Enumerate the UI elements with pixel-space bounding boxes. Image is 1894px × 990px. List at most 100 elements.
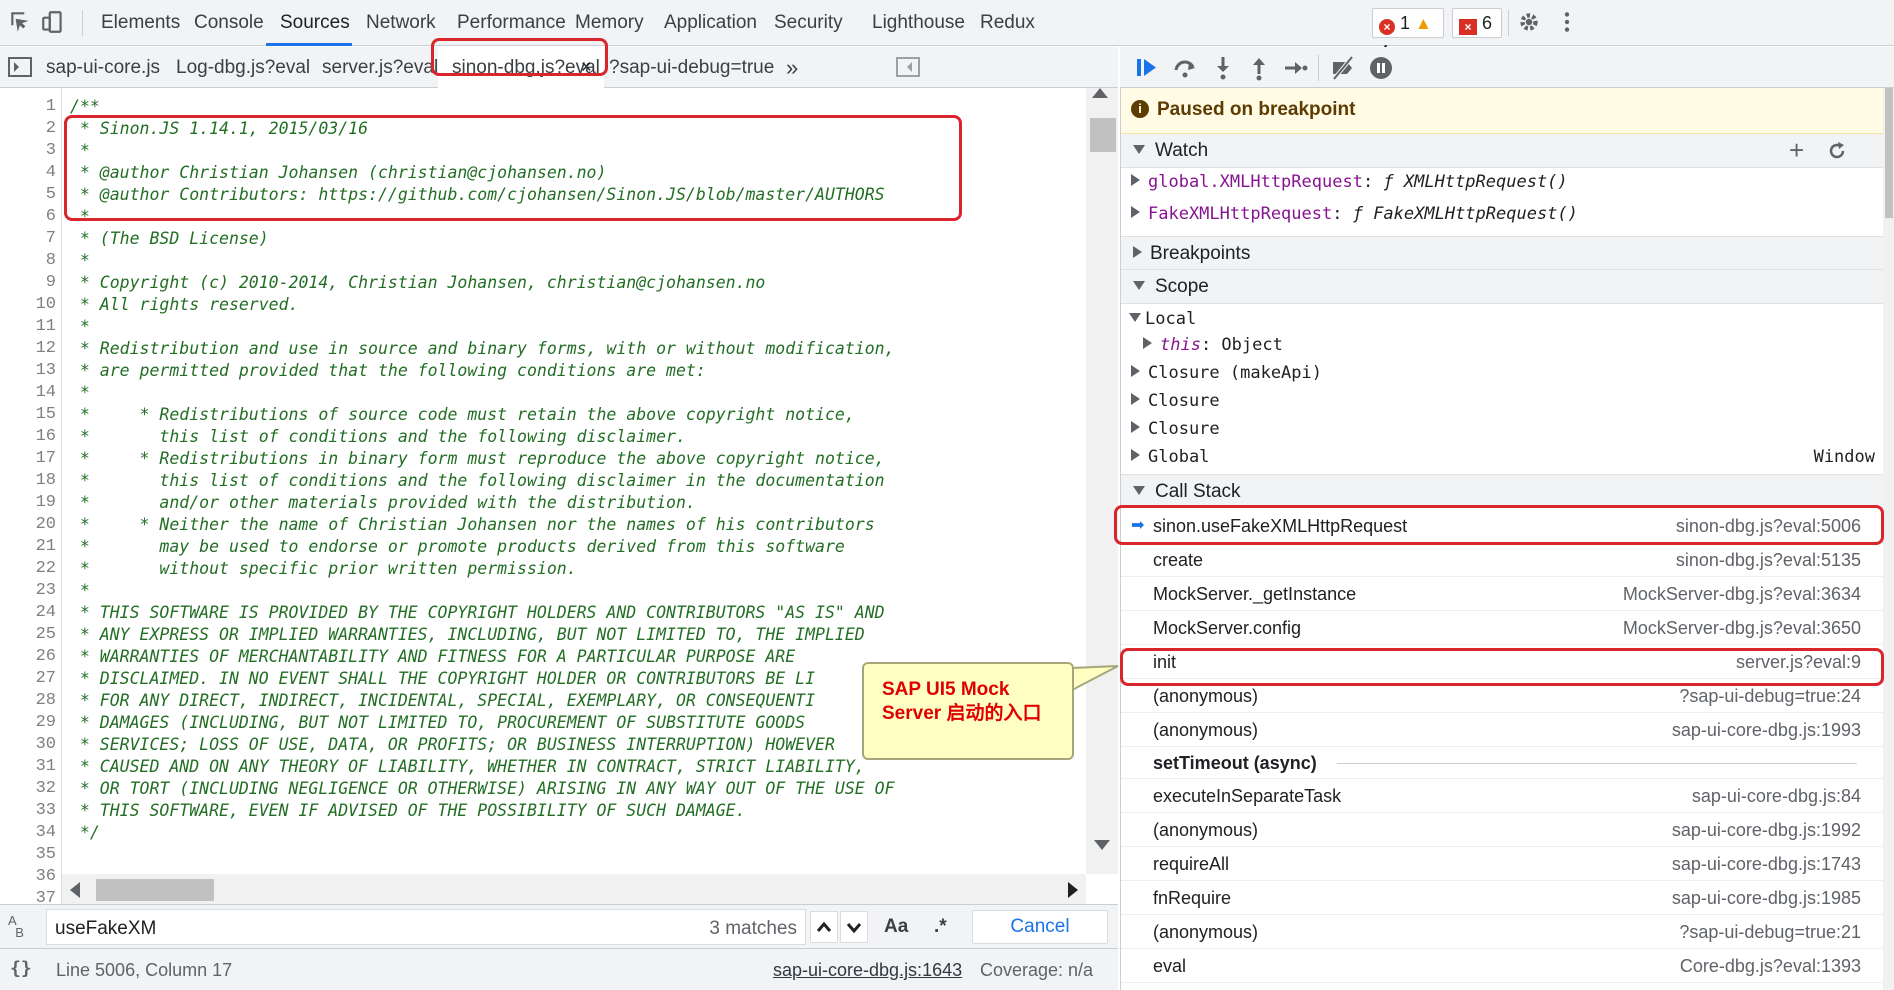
code-line[interactable]: * All rights reserved. [70,294,299,316]
code-line[interactable]: */ [70,822,100,844]
regex-button[interactable]: .* [934,916,947,938]
line-number[interactable]: 30 [0,734,56,756]
file-tab-sap-ui-debug[interactable]: ?sap-ui-debug=true [609,47,774,88]
scroll-right-arrow-icon[interactable] [1068,882,1078,898]
line-number[interactable]: 3 [0,140,56,162]
horizontal-scrollbar[interactable] [62,874,1086,904]
line-number[interactable]: 10 [0,294,56,316]
code-line[interactable]: * Redistribution and use in source and b… [70,338,895,360]
line-number[interactable]: 27 [0,668,56,690]
more-tabs-chevron-icon[interactable]: » [786,47,798,88]
line-number[interactable]: 21 [0,536,56,558]
pretty-print-icon[interactable]: {} [10,958,32,979]
tab-network[interactable]: Network [366,0,436,46]
code-line[interactable]: * * Redistributions in binary form must … [70,448,885,470]
tab-application[interactable]: Application [664,0,757,46]
line-number[interactable]: 26 [0,646,56,668]
code-line[interactable]: * WARRANTIES OF MERCHANTABILITY AND FITN… [70,646,795,668]
line-number[interactable]: 37 [0,888,56,904]
scroll-left-arrow-icon[interactable] [70,882,80,898]
expand-arrow-icon[interactable] [1131,206,1140,218]
code-line[interactable]: * (The BSD License) [70,228,269,250]
line-number[interactable]: 14 [0,382,56,404]
line-number[interactable]: 19 [0,492,56,514]
watch-item[interactable]: global.XMLHttpRequest: ƒ XMLHttpRequest(… [1121,168,1883,196]
callstack-frame[interactable]: eval Core-dbg.js?eval:1393 [1121,949,1883,983]
tab-elements[interactable]: Elements [101,0,180,46]
line-number[interactable]: 13 [0,360,56,382]
callstack-frame[interactable]: requireAll sap-ui-core-dbg.js:1743 [1121,847,1883,881]
line-number[interactable]: 22 [0,558,56,580]
resume-icon[interactable] [1134,55,1160,81]
scroll-up-arrow-icon[interactable] [1092,88,1108,98]
line-number[interactable]: 15 [0,404,56,426]
scope-this[interactable]: this: Object [1121,332,1883,358]
expand-arrow-icon[interactable] [1131,393,1140,405]
breakpoints-section-header[interactable]: Breakpoints [1121,236,1883,270]
search-input[interactable]: useFakeXM 3 matches [46,909,806,945]
line-number-gutter[interactable]: 1 2 3 4 5 6 7 8 9 10 11 12 13 14 15 16 17 18 19 20 21 22 23 24 2… [0,88,62,904]
line-number[interactable]: 25 [0,624,56,646]
callstack-frame[interactable]: fnRequire sap-ui-core-dbg.js:1985 [1121,881,1883,915]
vertical-scroll-thumb[interactable] [1090,118,1116,152]
toggle-debugger-icon[interactable] [896,56,920,78]
tab-redux[interactable]: Redux [980,0,1035,46]
file-tab-log-dbg[interactable]: Log-dbg.js?eval [176,47,310,88]
console-counts-badge[interactable]: × 1 ▲4 [1372,8,1444,62]
deactivate-breakpoints-icon[interactable] [1330,55,1356,81]
tab-lighthouse[interactable]: Lighthouse [872,0,965,46]
code-line[interactable]: * without specific prior written permiss… [70,558,577,580]
tab-security[interactable]: Security [774,0,843,46]
line-number[interactable]: 32 [0,778,56,800]
line-number[interactable]: 1 [0,96,56,118]
line-number[interactable]: 6 [0,206,56,228]
replace-toggle-icon[interactable]: A B [8,914,24,939]
code-line[interactable]: * are permitted provided that the follow… [70,360,706,382]
line-number[interactable]: 4 [0,162,56,184]
step-over-icon[interactable] [1172,55,1198,81]
code-line[interactable]: * [70,250,90,272]
line-number[interactable]: 17 [0,448,56,470]
scope-global[interactable]: Global Window [1121,444,1883,470]
inspect-element-icon[interactable] [8,9,34,35]
tab-console[interactable]: Console [194,0,264,46]
line-number[interactable]: 18 [0,470,56,492]
line-number[interactable]: 20 [0,514,56,536]
scope-closure[interactable]: Closure [1121,388,1883,414]
toggle-navigator-icon[interactable] [8,56,32,78]
issues-badge[interactable]: × 6 [1452,8,1502,38]
callstack-frame[interactable]: MockServer._getInstance MockServer-dbg.j… [1121,577,1883,611]
expand-arrow-icon[interactable] [1131,365,1140,377]
code-line[interactable]: * Copyright (c) 2010-2014, Christian Joh… [70,272,765,294]
code-line[interactable]: * CAUSED AND ON ANY THEORY OF LIABILITY,… [70,756,865,778]
code-line[interactable]: * ANY EXPRESS OR IMPLIED WARRANTIES, INC… [70,624,865,646]
callstack-frame[interactable]: (anonymous) sap-ui-core-dbg.js:1993 [1121,713,1883,747]
line-number[interactable]: 7 [0,228,56,250]
code-line[interactable]: * may be used to endorse or promote prod… [70,536,845,558]
code-line[interactable]: * DAMAGES (INCLUDING, BUT NOT LIMITED TO… [70,712,805,734]
line-number[interactable]: 29 [0,712,56,734]
scope-section-header[interactable]: Scope [1121,270,1883,304]
line-number[interactable]: 34 [0,822,56,844]
code-line[interactable]: * * Neither the name of Christian Johans… [70,514,875,536]
expand-arrow-icon[interactable] [1131,449,1140,461]
expand-arrow-icon[interactable] [1143,337,1152,349]
file-tab-server[interactable]: server.js?eval [322,47,438,88]
more-options-icon[interactable] [1554,9,1580,35]
line-number[interactable]: 9 [0,272,56,294]
scope-local[interactable]: Local [1121,306,1883,332]
watch-item[interactable]: FakeXMLHttpRequest: ƒ FakeXMLHttpRequest… [1121,200,1883,228]
file-tab-sap-ui-core[interactable]: sap-ui-core.js [46,47,160,88]
code-line[interactable]: * DISCLAIMED. IN NO EVENT SHALL THE COPY… [70,668,815,690]
scope-closure[interactable]: Closure [1121,416,1883,442]
line-number[interactable]: 8 [0,250,56,272]
line-number[interactable]: 36 [0,866,56,888]
code-line[interactable]: * SERVICES; LOSS OF USE, DATA, OR PROFIT… [70,734,835,756]
settings-gear-icon[interactable] [1516,9,1542,35]
sidebar-scrollbar[interactable] [1883,88,1894,990]
code-line[interactable]: * THIS SOFTWARE, EVEN IF ADVISED OF THE … [70,800,746,822]
line-number[interactable]: 5 [0,184,56,206]
code-line[interactable]: * FOR ANY DIRECT, INDIRECT, INCIDENTAL, … [70,690,815,712]
vertical-scrollbar[interactable] [1086,88,1118,874]
expand-arrow-icon[interactable] [1131,174,1140,186]
